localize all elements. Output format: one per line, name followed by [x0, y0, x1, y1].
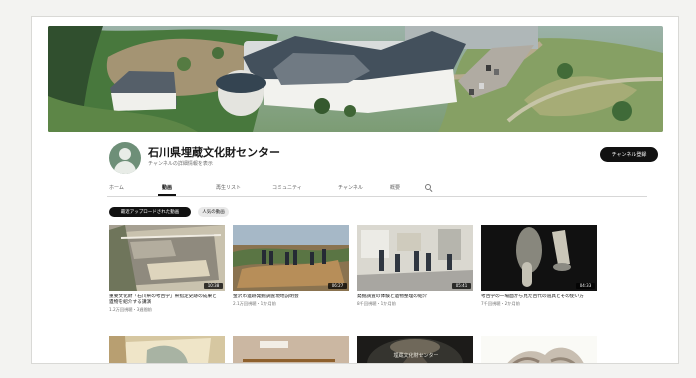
video-title[interactable]: 重要文化財「石川県の考古学」県指定史跡の成果と遺物を紹介する講演 — [109, 294, 221, 306]
field-visit-thumbnail[interactable]: 06:27 — [233, 225, 349, 291]
exhibition-title-thumbnail[interactable]: 埋蔵文化財センター — [357, 336, 473, 363]
youtube-channel-page: 石川県埋蔵文化財センター チャンネルの詳細情報を表示 チャンネル登録 ホーム 動… — [31, 16, 679, 364]
channel-tabs: ホーム 動画 再生リスト コミュニティ チャンネル 概要 — [107, 183, 647, 197]
video-metadata: 2.1万回視聴・1か月前 — [233, 301, 276, 306]
filter-chip-recent[interactable]: 最近アップロードされた動画 — [109, 207, 191, 217]
tab-channels[interactable]: チャンネル — [338, 184, 363, 191]
overlay-title: 埋蔵文化財センター — [393, 353, 439, 359]
video-title[interactable]: 金沢市遺跡発掘調査現地説明会 — [233, 294, 345, 300]
video-card[interactable]: 04:33 考古学の一場面から見た古代の道具とその使い方 7千回視聴・2か月前 — [481, 225, 597, 307]
video-card[interactable] — [233, 336, 349, 363]
search-icon[interactable] — [424, 183, 433, 192]
tab-community[interactable]: コミュニティ — [272, 184, 302, 191]
tab-home[interactable]: ホーム — [109, 184, 124, 191]
screenshot-frame: 石川県埋蔵文化財センター チャンネルの詳細情報を表示 チャンネル登録 ホーム 動… — [0, 0, 696, 378]
video-title[interactable]: 発掘調査の体験と遺物整理の紹介 — [357, 294, 469, 300]
tab-videos[interactable]: 動画 — [157, 184, 177, 196]
video-title[interactable]: 考古学の一場面から見た古代の道具とその使い方 — [481, 294, 593, 300]
video-duration: 04:33 — [576, 283, 595, 289]
aerial-building-banner-image — [48, 26, 663, 132]
channel-name[interactable]: 石川県埋蔵文化財センター — [148, 144, 280, 160]
pottery-fragment-thumbnail[interactable] — [109, 336, 225, 363]
video-duration: 05:41 — [452, 283, 471, 289]
video-duration: 10:38 — [204, 283, 223, 289]
artifact-thumbnail[interactable]: 04:33 — [481, 225, 597, 291]
video-duration: 06:27 — [328, 283, 347, 289]
wooden-tools-thumbnail[interactable] — [233, 336, 349, 363]
channel-subtitle[interactable]: チャンネルの詳細情報を表示 — [148, 160, 213, 167]
channel-avatar[interactable] — [109, 142, 141, 174]
shell-specimen-thumbnail[interactable] — [481, 336, 597, 363]
museum-room-thumbnail[interactable]: 05:41 — [357, 225, 473, 291]
video-card[interactable]: 05:41 発掘調査の体験と遺物整理の紹介 8千回視聴・1か月前 — [357, 225, 473, 307]
video-metadata: 1.2万回視聴・3週間前 — [109, 307, 152, 312]
subscribe-button[interactable]: チャンネル登録 — [600, 147, 658, 162]
video-card[interactable] — [481, 336, 597, 363]
video-metadata: 7千回視聴・2か月前 — [481, 301, 520, 306]
excavation-thumbnail[interactable]: 10:38 — [109, 225, 225, 291]
video-card[interactable]: 10:38 重要文化財「石川県の考古学」県指定史跡の成果と遺物を紹介する講演 1… — [109, 225, 225, 313]
video-card[interactable] — [109, 336, 225, 363]
video-grid: 10:38 重要文化財「石川県の考古学」県指定史跡の成果と遺物を紹介する講演 1… — [109, 225, 641, 363]
video-card[interactable]: 埋蔵文化財センター — [357, 336, 473, 363]
channel-banner — [48, 26, 663, 132]
video-card[interactable]: 06:27 金沢市遺跡発掘調査現地説明会 2.1万回視聴・1か月前 — [233, 225, 349, 307]
channel-header: 石川県埋蔵文化財センター チャンネルの詳細情報を表示 チャンネル登録 — [109, 142, 658, 176]
tab-about[interactable]: 概要 — [390, 184, 400, 191]
filter-chip-popular[interactable]: 人気の動画 — [198, 207, 229, 217]
video-metadata: 8千回視聴・1か月前 — [357, 301, 396, 306]
tab-playlists[interactable]: 再生リスト — [216, 184, 241, 191]
